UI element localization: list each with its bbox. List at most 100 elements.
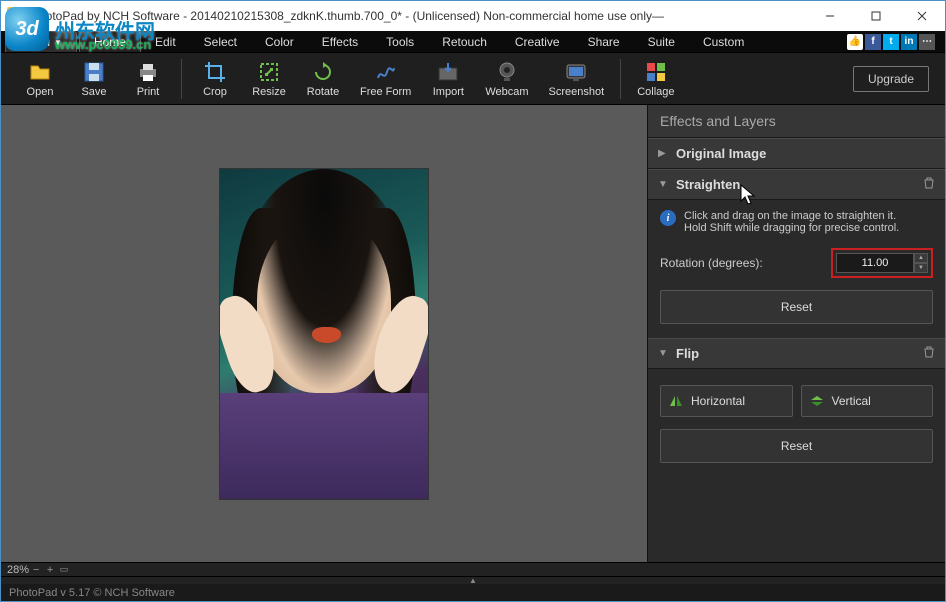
section-label: Original Image — [676, 146, 935, 161]
flip-h-label: Horizontal — [691, 394, 745, 408]
tab-tools[interactable]: Tools — [372, 32, 428, 52]
zoom-out-button[interactable]: − — [29, 564, 43, 576]
rotate-icon — [311, 60, 335, 84]
collage-icon — [644, 60, 668, 84]
section-straighten[interactable]: ▼ Straighten — [648, 169, 945, 200]
zoom-bar: 28% − + ▭ — [1, 562, 945, 576]
canvas-image[interactable] — [220, 169, 428, 499]
minimize-button[interactable] — [807, 1, 853, 31]
rotation-input[interactable] — [836, 253, 914, 273]
screenshot-icon — [564, 60, 588, 84]
trash-icon[interactable] — [923, 346, 935, 361]
toolbar: Open Save Print Crop Resize Rotate Free Form I… — [1, 53, 945, 105]
rotate-button[interactable]: Rotate — [302, 58, 344, 100]
menubar: Menu ▼ Home Edit Select Color Effects To… — [1, 31, 945, 53]
spinner-down-button[interactable]: ▼ — [914, 263, 928, 273]
rotation-input-highlight: ▲ ▼ — [831, 248, 933, 278]
collage-button[interactable]: Collage — [633, 58, 678, 100]
tool-label: Import — [433, 86, 464, 98]
freeform-icon — [374, 60, 398, 84]
flip-horizontal-icon — [669, 395, 683, 407]
app-icon — [7, 7, 25, 25]
toolbar-separator — [181, 59, 182, 99]
crop-button[interactable]: Crop — [194, 58, 236, 100]
import-icon — [436, 60, 460, 84]
tab-share[interactable]: Share — [574, 32, 634, 52]
tool-label: Open — [27, 86, 54, 98]
maximize-button[interactable] — [853, 1, 899, 31]
tab-select[interactable]: Select — [190, 32, 251, 52]
window-title: PhotoPad by NCH Software - 2014021021530… — [31, 9, 807, 23]
tab-retouch[interactable]: Retouch — [428, 32, 501, 52]
section-flip[interactable]: ▼ Flip — [648, 338, 945, 369]
social-icons: 👍 f t in ⋯ — [847, 34, 935, 50]
status-text: PhotoPad v 5.17 © NCH Software — [9, 587, 175, 599]
tab-color[interactable]: Color — [251, 32, 308, 52]
collapse-bar[interactable]: ▲ — [1, 576, 945, 584]
screenshot-button[interactable]: Screenshot — [545, 58, 609, 100]
tool-label: Print — [137, 86, 160, 98]
straighten-hint: Click and drag on the image to straighte… — [684, 210, 899, 234]
menu-label: Menu — [20, 35, 50, 49]
section-label: Flip — [676, 346, 923, 361]
linkedin-icon[interactable]: in — [901, 34, 917, 50]
share-icon[interactable]: ⋯ — [919, 34, 935, 50]
tab-creative[interactable]: Creative — [501, 32, 574, 52]
chevron-right-icon: ▶ — [658, 148, 670, 159]
webcam-icon — [495, 60, 519, 84]
tab-effects[interactable]: Effects — [308, 32, 372, 52]
trash-icon[interactable] — [923, 177, 935, 192]
save-icon — [82, 60, 106, 84]
tool-label: Screenshot — [549, 86, 605, 98]
chevron-down-icon: ▼ — [658, 348, 670, 359]
tool-label: Free Form — [360, 86, 411, 98]
tool-label: Crop — [203, 86, 227, 98]
tool-label: Save — [81, 86, 106, 98]
print-icon — [136, 60, 160, 84]
menu-dropdown[interactable]: Menu ▼ — [5, 31, 77, 52]
open-icon — [28, 60, 52, 84]
section-label: Straighten — [676, 177, 923, 192]
webcam-button[interactable]: Webcam — [481, 58, 532, 100]
close-button[interactable] — [899, 1, 945, 31]
straighten-reset-button[interactable]: Reset — [660, 290, 933, 324]
tab-suite[interactable]: Suite — [634, 32, 689, 52]
titlebar: PhotoPad by NCH Software - 2014021021530… — [1, 1, 945, 31]
chevron-down-icon: ▼ — [54, 38, 62, 47]
upgrade-button[interactable]: Upgrade — [853, 66, 929, 92]
flip-body: Horizontal Vertical Reset — [648, 369, 945, 477]
tool-label: Collage — [637, 86, 674, 98]
spinner-up-button[interactable]: ▲ — [914, 253, 928, 263]
twitter-icon[interactable]: t — [883, 34, 899, 50]
crop-icon — [203, 60, 227, 84]
zoom-fit-button[interactable]: ▭ — [57, 564, 71, 575]
resize-icon — [257, 60, 281, 84]
open-button[interactable]: Open — [19, 58, 61, 100]
tool-label: Resize — [252, 86, 286, 98]
tool-label: Rotate — [307, 86, 339, 98]
rotation-label: Rotation (degrees): — [660, 256, 763, 270]
save-button[interactable]: Save — [73, 58, 115, 100]
flip-vertical-icon — [810, 395, 824, 407]
like-icon[interactable]: 👍 — [847, 34, 863, 50]
tab-edit[interactable]: Edit — [141, 32, 190, 52]
zoom-in-button[interactable]: + — [43, 564, 57, 576]
tab-custom[interactable]: Custom — [689, 32, 758, 52]
flip-v-label: Vertical — [832, 394, 871, 408]
flip-reset-button[interactable]: Reset — [660, 429, 933, 463]
resize-button[interactable]: Resize — [248, 58, 290, 100]
straighten-body: i Click and drag on the image to straigh… — [648, 200, 945, 338]
freeform-button[interactable]: Free Form — [356, 58, 415, 100]
tab-home[interactable]: Home — [79, 31, 141, 52]
flip-horizontal-button[interactable]: Horizontal — [660, 385, 793, 417]
chevron-down-icon: ▼ — [658, 179, 670, 190]
status-bar: PhotoPad v 5.17 © NCH Software — [1, 584, 945, 601]
toolbar-separator — [620, 59, 621, 99]
flip-vertical-button[interactable]: Vertical — [801, 385, 934, 417]
canvas-area[interactable] — [1, 105, 647, 562]
print-button[interactable]: Print — [127, 58, 169, 100]
import-button[interactable]: Import — [427, 58, 469, 100]
section-original-image[interactable]: ▶ Original Image — [648, 138, 945, 169]
zoom-level: 28% — [7, 564, 29, 576]
facebook-icon[interactable]: f — [865, 34, 881, 50]
